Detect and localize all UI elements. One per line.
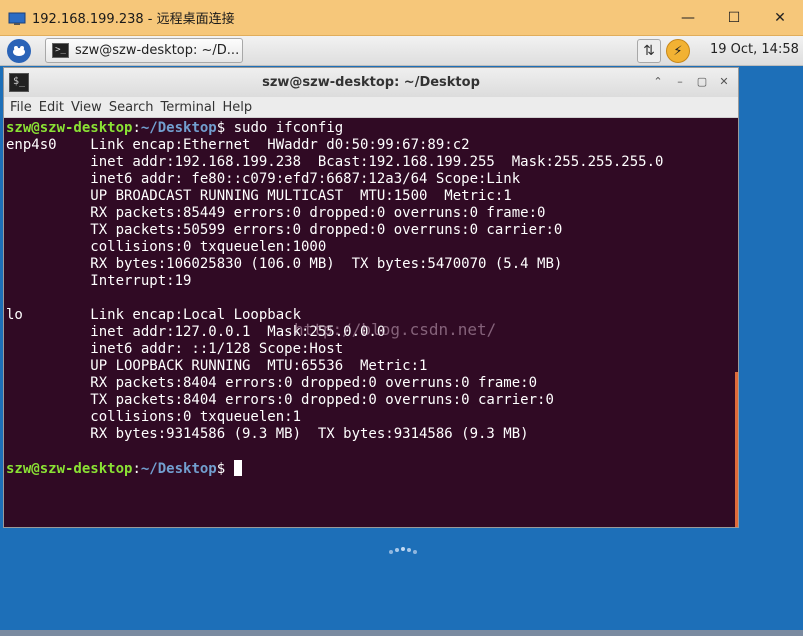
command-text: sudo ifconfig [225,120,344,136]
output-line: collisions:0 txqueuelen:1 [6,409,310,425]
terminal-window: $_ szw@szw-desktop: ~/Desktop ⌃ – ▢ ✕ Fi… [3,67,739,528]
minimize-icon[interactable]: – [672,74,688,90]
output-line: UP BROADCAST RUNNING MULTICAST MTU:1500 … [6,188,512,204]
panel-clock[interactable]: 19 Oct, 14:58 [710,42,799,57]
whisker-menu-icon[interactable] [7,39,31,63]
top-panel: >_ szw@szw-desktop: ~/D... ⇅ ⚡ 19 Oct, 1… [0,36,803,66]
prompt-user: szw@szw-desktop [6,461,133,477]
output-line: UP LOOPBACK RUNNING MTU:65536 Metric:1 [6,358,428,374]
loading-spinner-icon [388,542,418,554]
rdp-titlebar[interactable]: 192.168.199.238 - 远程桌面连接 — ☐ ✕ [0,0,803,36]
terminal-menubar: File Edit View Search Terminal Help [4,97,738,118]
output-line: Interrupt:19 [6,273,200,289]
prompt-colon: : [132,461,141,477]
output-line: TX packets:50599 errors:0 dropped:0 over… [6,222,563,238]
output-line: inet addr:192.168.199.238 Bcast:192.168.… [6,154,664,170]
close-icon[interactable]: ✕ [716,74,732,90]
terminal-title: szw@szw-desktop: ~/Desktop [262,75,480,90]
output-line: RX bytes:9314586 (9.3 MB) TX bytes:93145… [6,426,529,442]
prompt-colon: : [132,120,141,136]
terminal-icon: >_ [52,43,69,58]
rdp-window-controls: — ☐ ✕ [665,0,803,36]
scrollbar[interactable] [735,372,738,527]
menu-help[interactable]: Help [222,100,252,115]
output-line: inet6 addr: fe80::c079:efd7:6687:12a3/64… [6,171,521,187]
prompt-user: szw@szw-desktop [6,120,133,136]
output-line: collisions:0 txqueuelen:1000 [6,239,335,255]
taskbar-terminal-button[interactable]: >_ szw@szw-desktop: ~/D... [45,38,243,63]
output-line: RX packets:8404 errors:0 dropped:0 overr… [6,375,538,391]
terminal-window-controls: ⌃ – ▢ ✕ [650,74,732,90]
output-line: TX packets:8404 errors:0 dropped:0 overr… [6,392,554,408]
menu-file[interactable]: File [10,100,32,115]
prompt-path: ~/Desktop [140,120,217,136]
output-line: enp4s0 Link encap:Ethernet HWaddr d0:50:… [6,137,487,153]
maximize-icon[interactable]: ▢ [694,74,710,90]
text-cursor [233,460,242,476]
output-line: RX packets:85449 errors:0 dropped:0 over… [6,205,546,221]
maximize-button[interactable]: ☐ [711,0,757,36]
taskbar-terminal-label: szw@szw-desktop: ~/D... [75,43,240,58]
rdp-window-title: 192.168.199.238 - 远程桌面连接 [32,12,235,27]
network-icon[interactable]: ⇅ [637,39,661,63]
ifconfig-output: enp4s0 Link encap:Ethernet HWaddr d0:50:… [6,137,738,460]
minimize-button[interactable]: — [665,0,711,36]
watermark-text: http://blog.csdn.net/ [294,320,497,339]
prompt-path: ~/Desktop [140,461,217,477]
active-prompt-line: szw@szw-desktop:~/Desktop$ [6,460,738,477]
menu-view[interactable]: View [71,100,102,115]
power-icon[interactable]: ⚡ [666,39,690,63]
prompt-symbol: $ [216,120,226,136]
menu-terminal[interactable]: Terminal [160,100,215,115]
menu-search[interactable]: Search [109,100,154,115]
shade-icon[interactable]: ⌃ [650,74,666,90]
terminal-titlebar[interactable]: $_ szw@szw-desktop: ~/Desktop ⌃ – ▢ ✕ [4,68,738,97]
bottom-panel [0,630,803,636]
terminal-output[interactable]: szw@szw-desktop:~/Desktop$ sudo ifconfig… [4,118,738,527]
output-line: RX bytes:106025830 (106.0 MB) TX bytes:5… [6,256,563,272]
prompt-symbol: $ [216,461,226,477]
close-button[interactable]: ✕ [757,0,803,36]
menu-edit[interactable]: Edit [39,100,64,115]
command-line: szw@szw-desktop:~/Desktop$ sudo ifconfig [6,120,738,137]
output-line: inet6 addr: ::1/128 Scope:Host [6,341,344,357]
remote-desktop-icon [8,11,26,25]
